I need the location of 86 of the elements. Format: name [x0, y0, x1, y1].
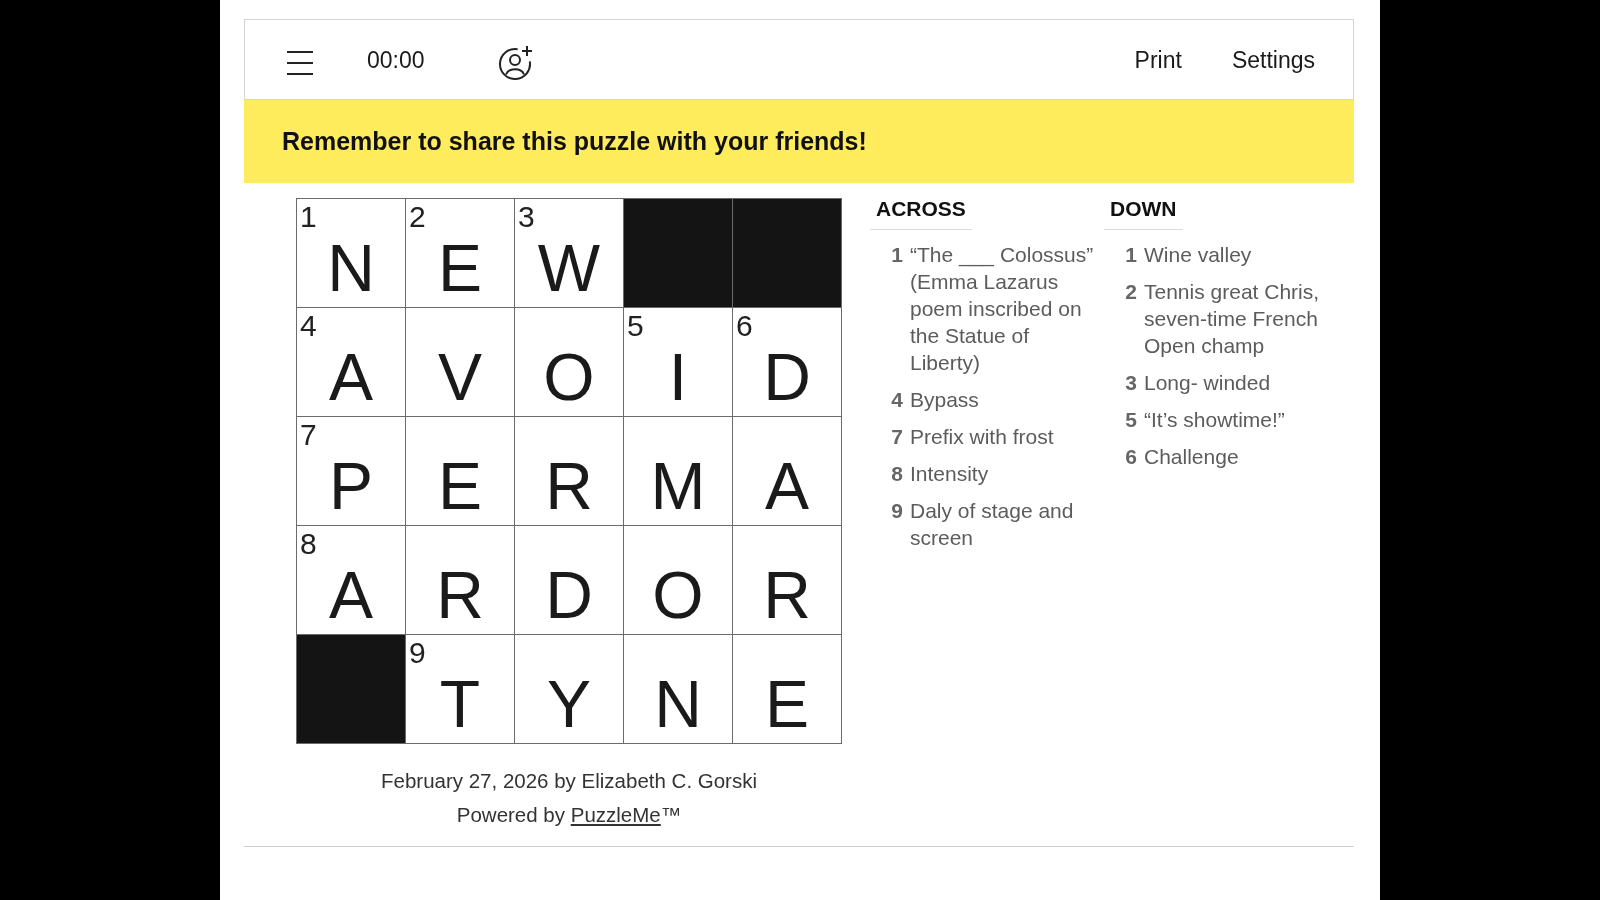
clue-number: 8	[300, 529, 317, 559]
cell-letter: V	[438, 344, 482, 410]
toolbar-link[interactable]: Print	[1134, 46, 1182, 73]
clue-text[interactable]: Intensity	[910, 460, 1098, 487]
clue-text[interactable]: Wine valley	[1144, 241, 1334, 268]
grid-cell[interactable]: 2 E	[406, 199, 514, 307]
cell-letter: I	[668, 344, 688, 410]
clue-text[interactable]: Bypass	[910, 386, 1098, 413]
grid-cell[interactable]: R	[515, 417, 623, 525]
cell-letter: R	[763, 562, 811, 628]
grid-cell[interactable]: R	[733, 526, 841, 634]
cell-letter: D	[763, 344, 811, 410]
grid-cell[interactable]: 5 I	[624, 308, 732, 416]
cell-letter: A	[329, 344, 373, 410]
grid-cell[interactable]: N	[624, 635, 732, 743]
clue-number: 1	[300, 202, 317, 232]
grid-cell[interactable]: O	[624, 526, 732, 634]
clue-number: 4	[890, 387, 903, 413]
cell-letter: W	[537, 235, 601, 301]
clue-number: 3	[518, 202, 535, 232]
grid-cell[interactable]: 9 T	[406, 635, 514, 743]
clue-number: 7	[890, 424, 903, 450]
grid-cell[interactable]: 7 P	[297, 417, 405, 525]
toolbar-link[interactable]: Settings	[1231, 46, 1315, 73]
credit-line: Powered by PuzzleMe™	[456, 802, 682, 828]
cell-letter: P	[329, 453, 373, 519]
user-plus-icon	[498, 45, 533, 80]
grid-cell[interactable]: D	[515, 526, 623, 634]
grid-cell[interactable]: E	[406, 417, 514, 525]
clue-number: 1	[1124, 242, 1137, 268]
clue-number: 1	[890, 242, 903, 268]
add-player-button[interactable]	[498, 45, 533, 80]
clue-number: 6	[736, 311, 753, 341]
banner-message: Remember to share this puzzle with your friends!	[282, 125, 867, 157]
grid-cell[interactable]: 4 A	[297, 308, 405, 416]
grid-cell[interactable]: O	[515, 308, 623, 416]
clue-text[interactable]: Daly of stage and screen	[910, 497, 1098, 551]
grid-cell[interactable]: 1 N	[297, 199, 405, 307]
grid-cell[interactable]: R	[406, 526, 514, 634]
clue-number: 8	[890, 461, 903, 487]
clue-number: 5	[1124, 407, 1137, 433]
clue-text[interactable]: “It’s showtime!”	[1144, 406, 1334, 433]
cell-letter: R	[545, 453, 593, 519]
menu-button[interactable]	[287, 50, 313, 75]
cell-letter: O	[652, 562, 704, 628]
cell-letter: T	[439, 671, 481, 737]
clue-number: 9	[409, 638, 426, 668]
cell-letter: E	[765, 671, 809, 737]
powered-by-link[interactable]: PuzzleMe	[570, 803, 661, 826]
clue-number: 6	[1124, 444, 1137, 470]
cell-letter: M	[650, 453, 706, 519]
clue-heading: DOWN	[1104, 198, 1183, 230]
timer: 00:00	[367, 46, 425, 73]
grid-cell[interactable]: 3 W	[515, 199, 623, 307]
clue-number: 2	[409, 202, 426, 232]
menu-icon	[287, 50, 313, 75]
cell-letter: A	[765, 453, 809, 519]
clue-text[interactable]: “The ___ Colossus” (Emma Lazarus poem inscribed on the Statue of Liberty)	[910, 241, 1098, 376]
cell-letter: E	[438, 235, 482, 301]
cell-letter: R	[436, 562, 484, 628]
clue-text[interactable]: Challenge	[1144, 443, 1334, 470]
clue-number: 7	[300, 420, 317, 450]
clue-text[interactable]: Long- winded	[1144, 369, 1334, 396]
cell-letter: Y	[547, 671, 591, 737]
clue-number: 5	[627, 311, 644, 341]
clue-number: 4	[300, 311, 317, 341]
cell-letter: A	[329, 562, 373, 628]
clue-number: 3	[1124, 370, 1137, 396]
clue-number: 2	[1124, 279, 1137, 305]
grid-cell[interactable]: 8 A	[297, 526, 405, 634]
grid-cell[interactable]: M	[624, 417, 732, 525]
grid-cell[interactable]: Y	[515, 635, 623, 743]
grid-cell[interactable]: E	[733, 635, 841, 743]
clue-text[interactable]: Prefix with frost	[910, 423, 1098, 450]
clue-number: 9	[890, 498, 903, 524]
byline: February 27, 2026 by Elizabeth C. Gorski	[381, 768, 757, 794]
clue-text[interactable]: Tennis great Chris, seven-time French Open champ	[1144, 278, 1334, 359]
cell-letter: N	[654, 671, 702, 737]
cell-letter: N	[327, 235, 375, 301]
clue-heading: ACROSS	[870, 198, 972, 230]
cell-letter: E	[438, 453, 482, 519]
grid-cell[interactable]: A	[733, 417, 841, 525]
cell-letter: O	[543, 344, 595, 410]
grid-cell[interactable]: V	[406, 308, 514, 416]
grid-cell[interactable]: 6 D	[733, 308, 841, 416]
cell-letter: D	[545, 562, 593, 628]
